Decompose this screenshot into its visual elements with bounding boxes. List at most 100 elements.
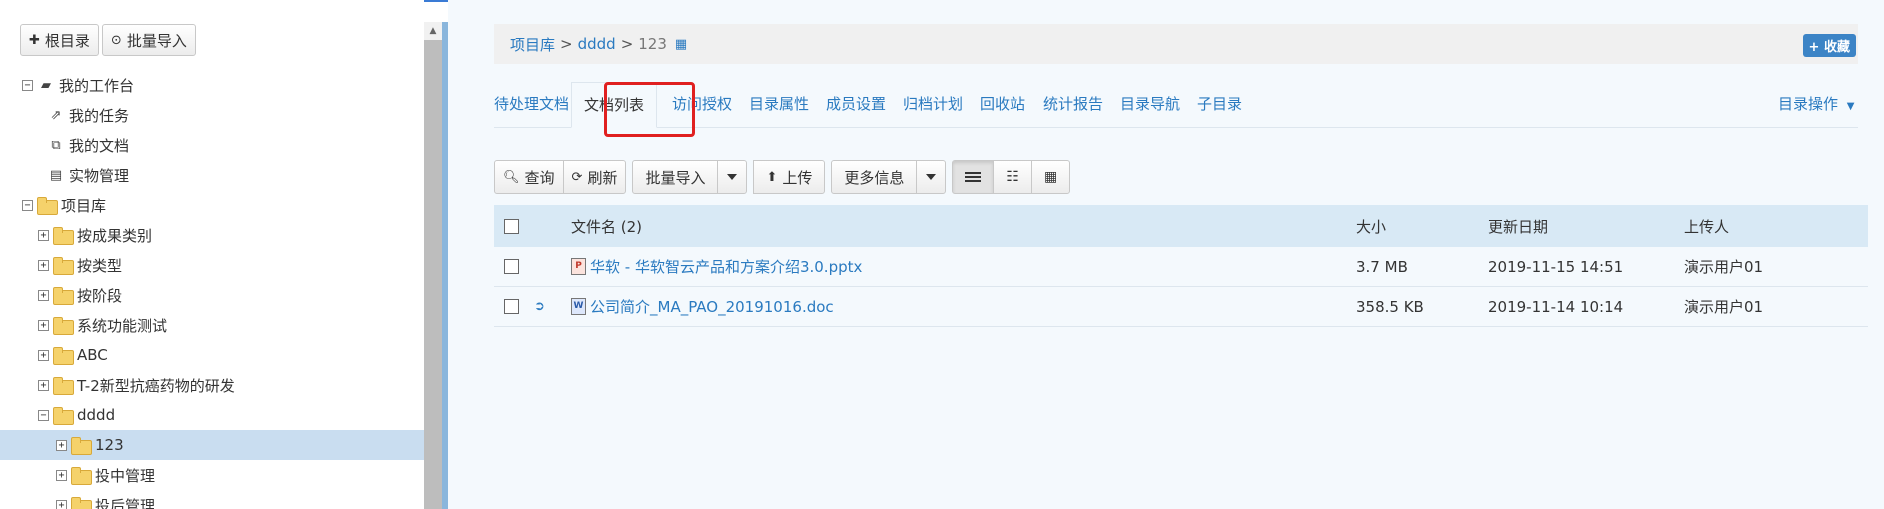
table-row[interactable]: P 华软 - 华软智云产品和方案介绍3.0.pptx 3.7 MB 2019-11-1… [494,247,1868,287]
expand-icon[interactable]: + [38,289,49,301]
query-button[interactable]: 🔍︎ 查询 [494,160,564,194]
tree-node[interactable]: + ABC [0,340,424,370]
collapse-icon[interactable]: − [38,409,49,421]
expand-icon[interactable]: + [56,469,67,481]
select-all-checkbox[interactable] [504,218,519,234]
left-tree-panel: ✚ 根目录 ⊙ 批量导入 − ▰ 我的工作台 ⇗ 我的任务 ⧉ 我的文档 ▤ 实物管理 − 项目库 +… [0,0,424,509]
more-info-group: 更多信息 [831,160,947,194]
tree-node[interactable]: + T-2新型抗癌药物的研发 [0,370,424,400]
more-info-button[interactable]: 更多信息 [831,160,918,194]
expand-icon[interactable]: + [38,349,49,361]
file-size: 3.7 MB [1356,257,1408,276]
tab-4[interactable]: 成员设置 [826,82,886,128]
refresh-button[interactable]: ⟳ 刷新 [562,160,627,194]
tree-node[interactable]: + 按阶段 [0,280,424,310]
file-link[interactable]: W 公司简介_MA_PAO_20191016.doc [571,296,834,317]
table-header: 文件名 (2) 大小 更新日期 上传人 [494,205,1868,247]
folder-icon [53,317,74,335]
col-name[interactable]: 文件名 (2) [571,216,642,237]
tab-9[interactable]: 子目录 [1197,82,1242,128]
upload-icon: ⬆ [766,169,778,185]
dir-ops-label: 目录操作 [1778,95,1839,113]
tree-node[interactable]: + 按类型 [0,250,424,280]
tab-2[interactable]: 访问授权 [672,82,732,128]
batch-import-dropdown[interactable] [717,160,748,194]
tree-scrollbar[interactable]: ▲ [424,22,442,509]
root-dir-button[interactable]: ✚ 根目录 [20,24,99,56]
tree-node-label: 实物管理 [69,166,130,185]
scroll-up-arrow-icon[interactable]: ▲ [424,22,442,40]
dir-ops-dropdown[interactable]: 目录操作 ▼ [1778,82,1855,128]
expand-icon[interactable]: + [38,259,49,271]
tree-node-label: 投后管理 [95,496,156,509]
col-uploader[interactable]: 上传人 [1684,216,1729,237]
folder-icon [53,287,74,305]
tree-node-label: 按成果类别 [77,226,153,245]
breadcrumb-parent-link[interactable]: dddd [578,35,616,53]
briefcase-icon: ▰ [41,77,51,93]
tree-node-label: 投中管理 [95,466,156,485]
detail-view-button[interactable]: ☷ [993,160,1032,194]
tab-1[interactable]: 文档列表 [571,82,658,128]
collapse-icon[interactable]: − [22,79,33,91]
tree-node[interactable]: + 投中管理 [0,460,424,490]
tree-node[interactable]: +123 [0,430,424,460]
th-list-icon: ☷ [1006,169,1019,185]
batch-import-button[interactable]: 批量导入 [632,160,719,194]
row-checkbox[interactable] [504,299,519,314]
tab-6[interactable]: 回收站 [980,82,1025,128]
tab-0[interactable]: 待处理文档 [494,82,569,128]
tree-node[interactable]: ▤ 实物管理 [0,160,424,190]
list-view-button[interactable] [952,160,995,194]
expand-icon[interactable]: + [38,379,49,391]
expand-icon[interactable]: + [56,439,67,451]
table-body: P 华软 - 华软智云产品和方案介绍3.0.pptx 3.7 MB 2019-11-1… [494,247,1868,327]
tree-node-label: T-2新型抗癌药物的研发 [77,376,235,395]
tree-node[interactable]: + 系统功能测试 [0,310,424,340]
col-date[interactable]: 更新日期 [1488,216,1548,237]
doc-toolbar: 🔍︎ 查询 ⟳ 刷新 批量导入 ⬆ 上传 更多信息 ☷ ▦ [494,160,1071,194]
expand-icon[interactable]: + [38,319,49,331]
tree-node[interactable]: − dddd [0,400,424,430]
grid-view-button[interactable]: ▦ [1030,160,1071,194]
tab-3[interactable]: 目录属性 [749,82,809,128]
favorite-button[interactable]: + 收藏 [1802,34,1856,57]
tab-7[interactable]: 统计报告 [1043,82,1103,128]
tab-5[interactable]: 归档计划 [903,82,963,128]
scroll-thumb[interactable] [424,40,442,509]
tree-node[interactable]: − ▰ 我的工作台 [0,70,424,100]
tree-node[interactable]: ⧉ 我的文档 [0,130,424,160]
upload-button[interactable]: ⬆ 上传 [753,160,826,194]
expand-icon[interactable]: + [38,229,49,241]
checkout-icon: ➲ [534,299,545,314]
breadcrumb-root-link[interactable]: 项目库 [510,34,555,55]
breadcrumb: 项目库 > dddd > 123 ▦ [494,24,1858,64]
list-icon [965,170,982,184]
tree-node[interactable]: + 按成果类别 [0,220,424,250]
search-icon: 🔍︎ [503,169,520,185]
folder-icon [53,347,74,365]
batch-import-label: 批量导入 [645,168,706,187]
directory-tree: − ▰ 我的工作台 ⇗ 我的任务 ⧉ 我的文档 ▤ 实物管理 − 项目库 + 按成果类别 + 按类型 + 按阶段… [0,70,424,509]
file-link[interactable]: P 华软 - 华软智云产品和方案介绍3.0.pptx [571,256,862,277]
file-date: 2019-11-15 14:51 [1488,257,1624,276]
tab-8[interactable]: 目录导航 [1120,82,1180,128]
tree-node[interactable]: ⇗ 我的任务 [0,100,424,130]
ppt-file-icon: P [571,258,586,275]
tree-node[interactable]: − 项目库 [0,190,424,220]
tree-node[interactable]: + 投后管理 [0,490,424,509]
more-info-dropdown[interactable] [916,160,947,194]
col-size[interactable]: 大小 [1356,216,1386,237]
expand-icon[interactable]: + [56,499,67,509]
left-batch-import-button[interactable]: ⊙ 批量导入 [101,24,196,56]
root-dir-label: 根目录 [44,31,90,50]
qrcode-icon[interactable]: ▦ [675,37,687,52]
row-checkbox[interactable] [504,259,519,274]
plus-icon: + [1808,40,1820,55]
collapse-icon[interactable]: − [22,199,33,211]
upload-group: ⬆ 上传 [753,160,826,194]
query-group: 🔍︎ 查询 ⟳ 刷新 [494,160,627,194]
table-row[interactable]: ➲ W 公司简介_MA_PAO_20191016.doc 358.5 KB 2019-1… [494,287,1868,327]
file-name: 华软 - 华软智云产品和方案介绍3.0.pptx [590,258,863,276]
tree-node-label: 按类型 [77,256,123,275]
